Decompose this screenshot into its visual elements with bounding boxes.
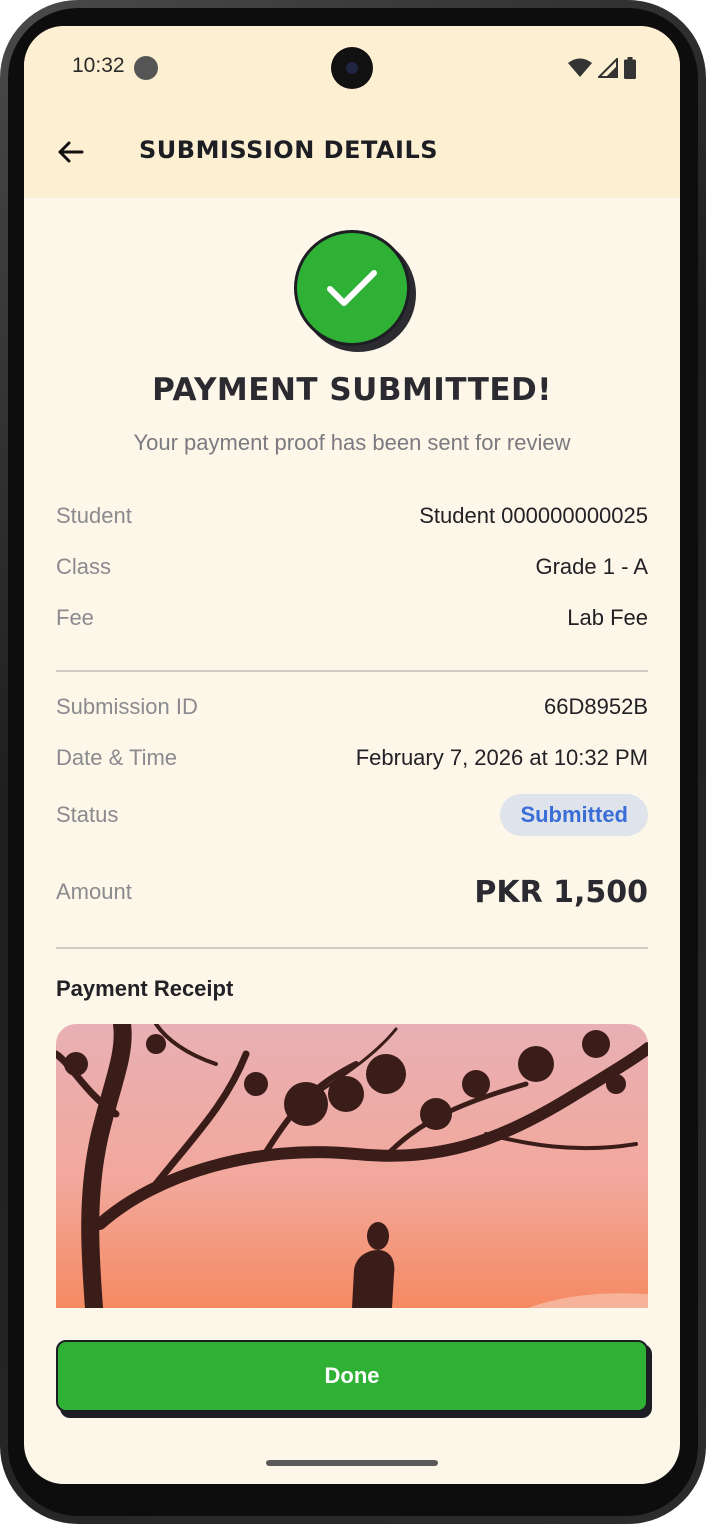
page-title: SUBMISSION DETAILS — [139, 136, 439, 164]
detail-value: Student 000000000025 — [419, 503, 648, 528]
receipt-title: Payment Receipt — [56, 976, 234, 1001]
detail-row-class: Class Grade 1 - A — [56, 547, 648, 587]
detail-label: Submission ID — [56, 694, 198, 719]
gesture-nav-handle[interactable] — [266, 1460, 438, 1466]
status-bar: 10:32 — [24, 26, 680, 108]
front-camera — [331, 47, 373, 89]
success-badge — [294, 230, 418, 354]
status-time: 10:32 — [72, 54, 125, 77]
detail-label: Student — [56, 503, 132, 528]
section-divider — [56, 670, 648, 672]
section-divider — [56, 947, 648, 949]
datetime-value: February 7, 2026 at 10:32 PM — [355, 745, 648, 770]
success-headline: PAYMENT SUBMITTED! — [152, 372, 552, 408]
receipt-photo — [56, 1024, 648, 1308]
detail-row-submission-id: Submission ID 66D8952B — [56, 687, 648, 727]
detail-row-fee: Fee Lab Fee — [56, 598, 648, 638]
status-badge: Submitted — [500, 794, 648, 836]
checkmark-icon — [327, 270, 377, 306]
amount-value: PKR 1,500 — [474, 874, 648, 910]
cellular-signal-icon — [598, 58, 618, 78]
wifi-icon — [568, 58, 592, 77]
done-button[interactable]: Done — [56, 1340, 648, 1412]
detail-label: Class — [56, 554, 112, 579]
success-subline: Your payment proof has been sent for rev… — [133, 430, 571, 455]
detail-label: Amount — [56, 879, 132, 904]
system-icons — [568, 56, 636, 80]
battery-icon — [624, 57, 636, 79]
arrow-left-icon — [58, 141, 84, 163]
submission-id-value: 66D8952B — [544, 694, 648, 719]
detail-row-student: Student Student 000000000025 — [56, 496, 648, 536]
detail-label: Date & Time — [56, 745, 178, 770]
success-circle — [294, 230, 410, 346]
detail-value: Lab Fee — [567, 605, 648, 630]
detail-label: Fee — [56, 605, 94, 630]
detail-label: Status — [56, 802, 119, 827]
detail-value: Grade 1 - A — [535, 554, 648, 579]
app-bar: SUBMISSION DETAILS — [24, 108, 680, 198]
detail-row-status: Status Submitted — [56, 794, 648, 836]
notification-dot-icon — [134, 56, 158, 80]
back-button[interactable] — [50, 132, 90, 172]
detail-row-datetime: Date & Time February 7, 2026 at 10:32 PM — [56, 738, 648, 778]
app-screen: 10:32 SUBMISSION DETAILS PAYMENT SUBMITT… — [24, 26, 680, 1484]
detail-row-amount: Amount PKR 1,500 — [56, 872, 648, 912]
receipt-image[interactable] — [56, 1024, 648, 1308]
